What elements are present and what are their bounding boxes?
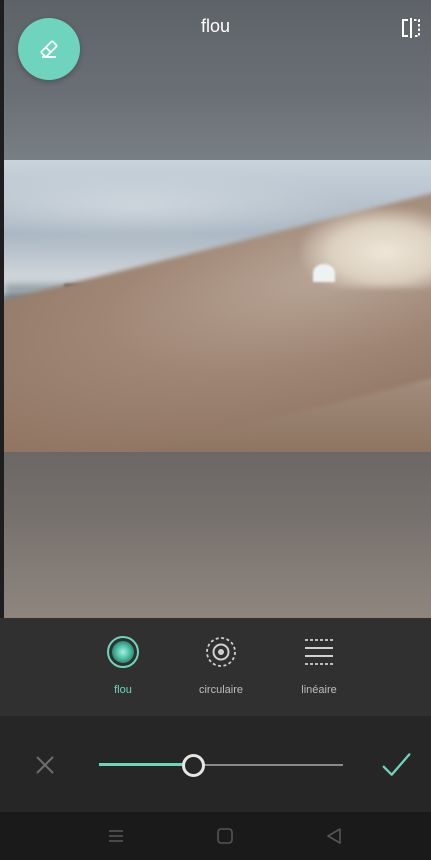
photo-arch (313, 264, 335, 282)
menu-icon (109, 830, 123, 842)
close-icon (36, 756, 54, 774)
compare-split-icon (402, 18, 420, 38)
flou-blur-icon (107, 636, 139, 668)
home-button[interactable] (213, 824, 237, 848)
mode-circulaire[interactable]: circulaire (171, 632, 271, 696)
slider-thumb[interactable] (181, 754, 205, 777)
system-nav-bar (0, 812, 431, 860)
slider-fill (99, 763, 192, 766)
mode-flou-label: flou (114, 684, 132, 696)
beach-photo (4, 160, 431, 452)
compare-button[interactable] (397, 14, 425, 42)
cancel-button[interactable] (30, 750, 60, 780)
intensity-slider[interactable] (99, 754, 343, 777)
blurred-bottom-band (4, 452, 431, 618)
home-icon (217, 828, 233, 844)
image-canvas (4, 0, 431, 618)
intensity-bar (0, 716, 431, 812)
blur-mode-bar: flou circulaire linéaire (0, 618, 431, 716)
mode-lineaire-label: linéaire (301, 684, 337, 696)
back-icon (327, 828, 341, 844)
mode-flou[interactable]: flou (73, 632, 173, 696)
check-icon (382, 753, 411, 776)
menu-button[interactable] (104, 824, 128, 848)
confirm-button[interactable] (382, 750, 412, 780)
linear-focus-icon (305, 639, 333, 665)
mode-lineaire[interactable]: linéaire (269, 632, 369, 696)
mode-circulaire-label: circulaire (198, 684, 243, 696)
circular-focus-icon (206, 637, 236, 667)
page-title: flou (200, 16, 231, 36)
back-button[interactable] (322, 824, 346, 848)
eraser-icon (40, 40, 58, 58)
